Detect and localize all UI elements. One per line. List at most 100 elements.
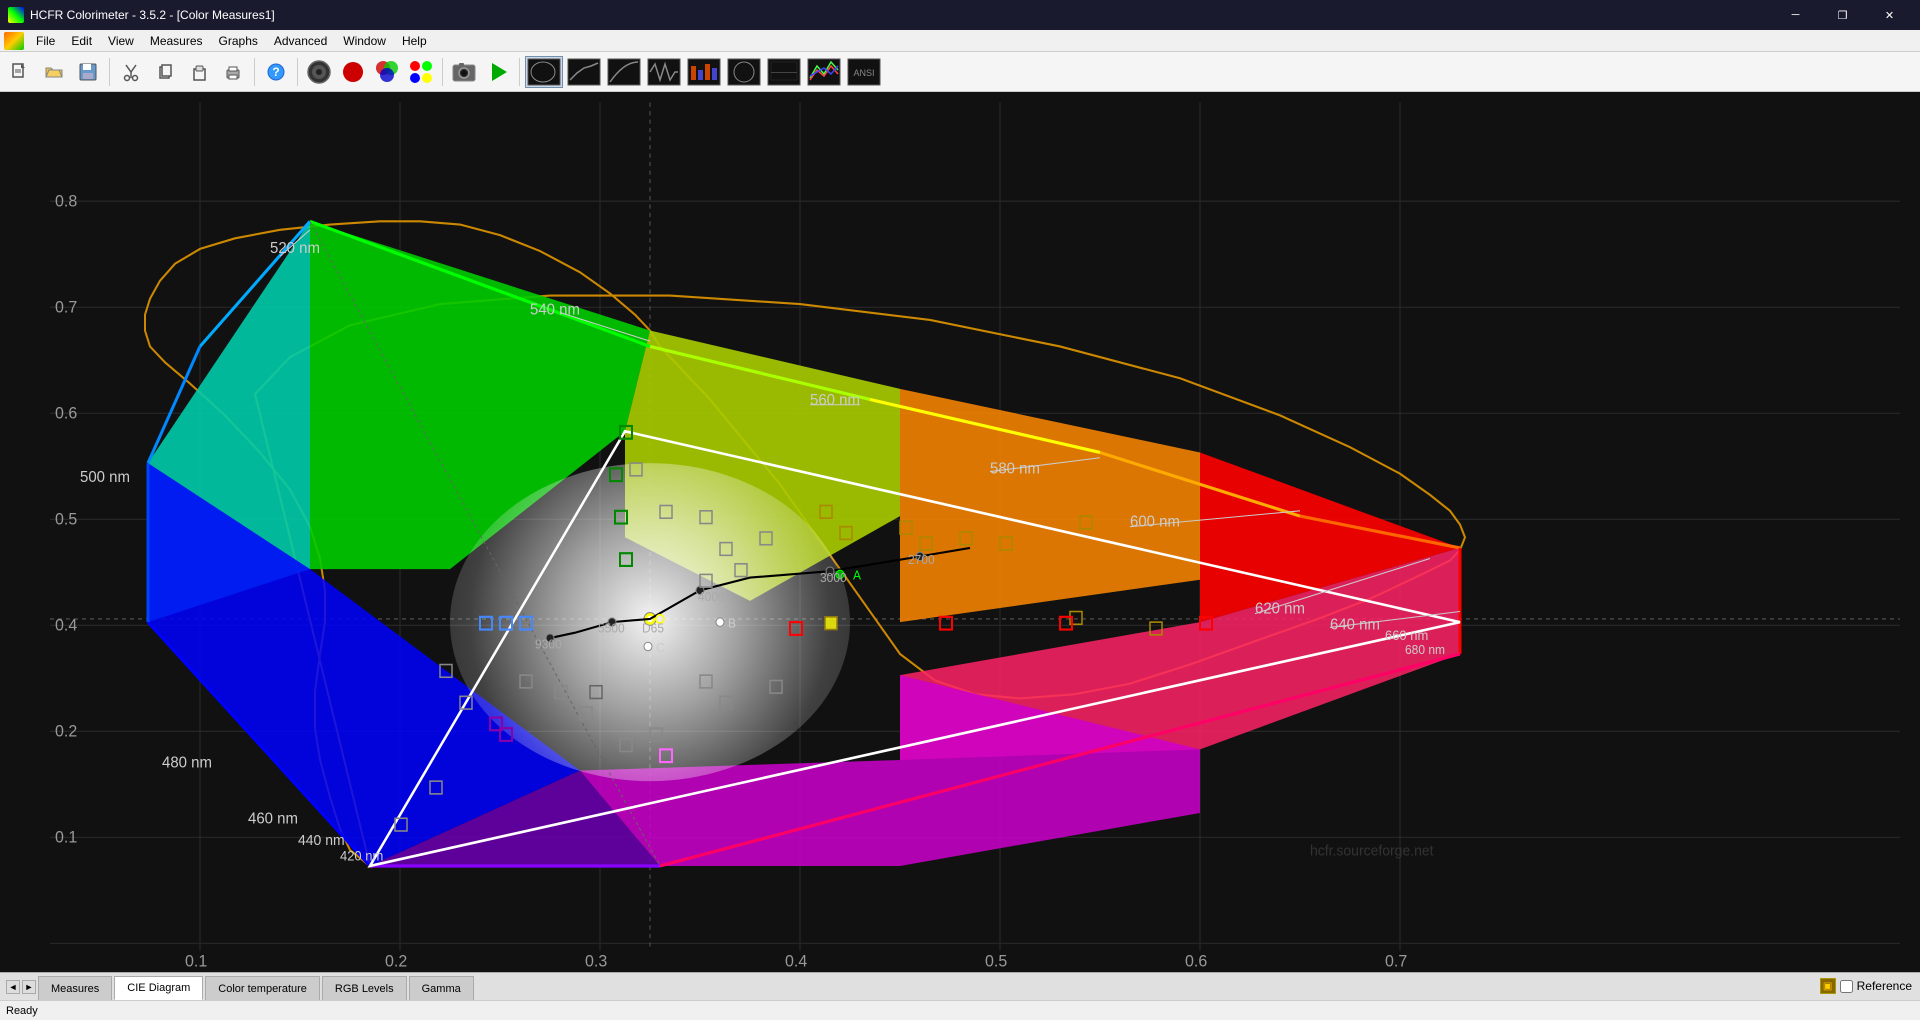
graph-rgb-button[interactable]: [805, 56, 843, 88]
svg-text:680 nm: 680 nm: [1405, 643, 1445, 657]
measure-colors-button[interactable]: [371, 56, 403, 88]
svg-text:A: A: [853, 568, 862, 582]
app-logo: [4, 32, 24, 50]
menu-bar: File Edit View Measures Graphs Advanced …: [0, 30, 1920, 52]
main-content: A B C 0.8 0.7 0.6 0.5 0.4 0.2 0.1 0.1 0.…: [0, 92, 1920, 972]
svg-text:500 nm: 500 nm: [80, 469, 130, 486]
menu-graphs[interactable]: Graphs: [211, 30, 266, 51]
app-icon: [8, 7, 24, 23]
svg-text:2700: 2700: [908, 552, 935, 566]
svg-text:660 nm: 660 nm: [1385, 628, 1428, 643]
reference-area: ▣ Reference: [1820, 978, 1912, 994]
open-button[interactable]: [38, 56, 70, 88]
svg-text:5500: 5500: [598, 621, 625, 635]
svg-text:0.6: 0.6: [55, 404, 77, 423]
svg-text:0.2: 0.2: [385, 952, 407, 971]
graph-vectorscope-button[interactable]: [725, 56, 763, 88]
menu-advanced[interactable]: Advanced: [266, 30, 335, 51]
svg-text:0.4: 0.4: [55, 616, 77, 635]
reference-checkbox[interactable]: [1840, 980, 1853, 993]
menu-window[interactable]: Window: [335, 30, 394, 51]
tab-prev-button[interactable]: ◄: [6, 980, 20, 994]
colorimeter-button[interactable]: [303, 56, 335, 88]
graph-ansi-button[interactable]: ANSI: [845, 56, 883, 88]
menu-measures[interactable]: Measures: [142, 30, 211, 51]
svg-text:440 nm: 440 nm: [298, 832, 345, 848]
tab-measures[interactable]: Measures: [38, 976, 112, 1000]
minimize-button[interactable]: ─: [1773, 0, 1818, 30]
graph-scope-button[interactable]: [765, 56, 803, 88]
toolbar-sep-4: [442, 58, 443, 86]
menu-edit[interactable]: Edit: [63, 30, 100, 51]
copy-button[interactable]: [149, 56, 181, 88]
play-button[interactable]: [482, 56, 514, 88]
toolbar-sep-5: [519, 58, 520, 86]
menu-file[interactable]: File: [28, 30, 63, 51]
status-bar: Ready: [0, 1000, 1920, 1020]
toolbar: ? ANSI: [0, 52, 1920, 92]
status-text: Ready: [6, 1005, 38, 1017]
paste-button[interactable]: [183, 56, 215, 88]
svg-text:hcfr.sourceforge.net: hcfr.sourceforge.net: [1310, 843, 1434, 859]
svg-text:3000: 3000: [820, 571, 847, 585]
graph-waveform-button[interactable]: [645, 56, 683, 88]
svg-text:0.1: 0.1: [55, 828, 77, 847]
measure-all-button[interactable]: [405, 56, 437, 88]
svg-text:9300: 9300: [535, 637, 562, 651]
svg-text:0.2: 0.2: [55, 722, 77, 741]
menu-help[interactable]: Help: [394, 30, 435, 51]
tab-rgb-levels[interactable]: RGB Levels: [322, 976, 407, 1000]
graph-cie-button[interactable]: [525, 56, 563, 88]
svg-text:B: B: [728, 616, 736, 630]
svg-text:460 nm: 460 nm: [248, 810, 298, 827]
menu-view[interactable]: View: [100, 30, 142, 51]
svg-text:0.5: 0.5: [55, 510, 77, 529]
app-title: HCFR Colorimeter - 3.5.2 - [Color Measur…: [30, 8, 275, 22]
svg-text:0.8: 0.8: [55, 192, 77, 211]
toolbar-sep-1: [109, 58, 110, 86]
toolbar-sep-3: [297, 58, 298, 86]
title-bar: HCFR Colorimeter - 3.5.2 - [Color Measur…: [0, 0, 1920, 30]
svg-text:420 nm: 420 nm: [340, 848, 383, 863]
help-button[interactable]: ?: [260, 56, 292, 88]
svg-text:600 nm: 600 nm: [1130, 513, 1180, 530]
svg-text:640 nm: 640 nm: [1330, 616, 1380, 633]
print-button[interactable]: [217, 56, 249, 88]
svg-text:0.6: 0.6: [1185, 952, 1207, 971]
close-button[interactable]: ✕: [1867, 0, 1912, 30]
svg-text:580 nm: 580 nm: [990, 460, 1040, 477]
tab-next-button[interactable]: ►: [22, 980, 36, 994]
cut-button[interactable]: [115, 56, 147, 88]
svg-text:C: C: [656, 640, 665, 654]
svg-text:ANSI: ANSI: [853, 68, 874, 78]
camera-button[interactable]: [448, 56, 480, 88]
graph-color-temp-button[interactable]: [685, 56, 723, 88]
measure-red-button[interactable]: [337, 56, 369, 88]
save-button[interactable]: [72, 56, 104, 88]
tab-color-temperature[interactable]: Color temperature: [205, 976, 320, 1000]
status-icon: ▣: [1820, 978, 1836, 994]
svg-text:0.3: 0.3: [585, 952, 607, 971]
new-button[interactable]: [4, 56, 36, 88]
tab-gamma[interactable]: Gamma: [409, 976, 474, 1000]
graph-gamma-button[interactable]: [605, 56, 643, 88]
graph-levels-button[interactable]: [565, 56, 603, 88]
toolbar-sep-2: [254, 58, 255, 86]
svg-text:560 nm: 560 nm: [810, 391, 860, 408]
svg-text:0.1: 0.1: [185, 952, 207, 971]
restore-button[interactable]: ❐: [1820, 0, 1865, 30]
tab-cie-diagram[interactable]: CIE Diagram: [114, 976, 203, 1000]
svg-text:D65: D65: [642, 621, 664, 635]
svg-text:0.7: 0.7: [1385, 952, 1407, 971]
reference-label: Reference: [1857, 979, 1912, 993]
svg-text:520 nm: 520 nm: [270, 240, 320, 257]
svg-text:?: ?: [272, 65, 279, 79]
tab-container: ◄ ► Measures CIE Diagram Color temperatu…: [0, 972, 1920, 1000]
cie-diagram: A B C 0.8 0.7 0.6 0.5 0.4 0.2 0.1 0.1 0.…: [0, 92, 1920, 972]
svg-text:0.5: 0.5: [985, 952, 1007, 971]
svg-text:480 nm: 480 nm: [162, 754, 212, 771]
svg-text:0.7: 0.7: [55, 298, 77, 317]
svg-text:0.4: 0.4: [785, 952, 807, 971]
svg-text:4000: 4000: [698, 590, 725, 604]
svg-text:620 nm: 620 nm: [1255, 600, 1305, 617]
